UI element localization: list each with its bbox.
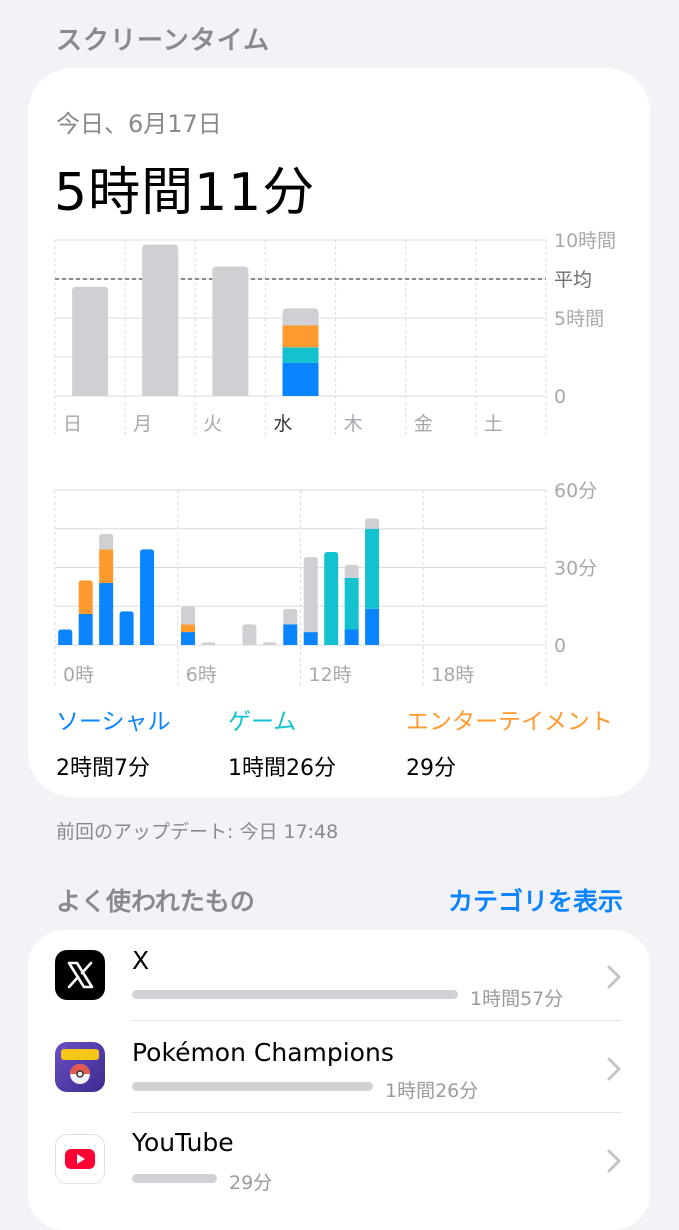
bar-segment	[262, 642, 277, 645]
bar-segment	[242, 624, 257, 645]
bar-segment	[78, 614, 93, 645]
bar-segment	[283, 624, 298, 645]
bar-segment	[365, 528, 380, 609]
bar-segment	[282, 325, 319, 348]
app-name: Pokémon Champions	[132, 1038, 394, 1067]
bar-segment	[344, 564, 359, 578]
x-tick-label: 0時	[63, 664, 94, 686]
x-tick-label: 6時	[186, 664, 217, 686]
bar-segment	[212, 266, 249, 396]
legend-games-label: ゲーム	[228, 709, 297, 735]
legend-social-value: 2時間7分	[56, 756, 150, 781]
day-label: 月	[133, 413, 152, 435]
chevron-right-icon	[607, 965, 621, 989]
screen-time-card[interactable]: 今日、6月17日 5時間11分 10時間 5時間 0 平均日 月 火 水 木 金 土 60分 30分…	[28, 68, 650, 797]
app-usage-time: 29分	[229, 1172, 273, 1194]
day-label: 木	[344, 413, 363, 435]
section-title: スクリーンタイム	[56, 26, 271, 56]
total-time: 5時間11分	[54, 163, 316, 223]
app-name: X	[132, 946, 150, 975]
bar-segment	[180, 606, 195, 625]
bar-segment	[180, 624, 195, 633]
day-label: 日	[63, 413, 82, 435]
bar-segment	[140, 549, 155, 645]
bar-segment	[365, 518, 380, 529]
app-name: YouTube	[132, 1128, 234, 1157]
bar-segment	[282, 308, 319, 326]
bar-segment	[58, 629, 73, 645]
bar-segment	[142, 244, 179, 396]
youtube-app-icon	[55, 1134, 105, 1184]
y-tick-label: 30分	[554, 558, 597, 580]
pokemon-app-icon	[55, 1042, 105, 1092]
bar-segment	[99, 549, 114, 583]
day-label: 火	[203, 413, 222, 435]
bar-segment	[72, 286, 109, 396]
bar-segment	[283, 608, 298, 625]
separator	[132, 1020, 622, 1021]
app-row-youtube[interactable]: YouTube 29分	[28, 1114, 650, 1206]
x-app-icon	[55, 950, 105, 1000]
app-row-x[interactable]: X 1時間57分	[28, 930, 650, 1022]
bar-segment	[180, 632, 195, 645]
bar-segment	[119, 611, 134, 645]
hourly-chart: 60分 30分 0 0時 6時 12時 18時	[54, 480, 597, 688]
most-used-title: よく使われたもの	[56, 887, 255, 916]
weekly-chart: 10時間 5時間 0 平均日 月 火 水 木 金 土	[54, 230, 616, 438]
bar-segment	[365, 608, 380, 645]
bar-segment	[303, 557, 318, 633]
legend-entertainment: エンターテイメント 29分	[406, 702, 613, 782]
app-row-pokemon-champions[interactable]: Pokémon Champions 1時間26分	[28, 1022, 650, 1114]
legend-games-value: 1時間26分	[228, 756, 336, 781]
y-tick-label: 0	[554, 635, 566, 657]
y-tick-label: 10時間	[554, 230, 616, 252]
bar-segment	[201, 642, 216, 645]
y-tick-label: 5時間	[554, 308, 604, 330]
app-usage-bar	[132, 1082, 373, 1091]
legend-entertainment-label: エンターテイメント	[406, 709, 613, 735]
y-tick-label: 0	[554, 386, 566, 408]
legend-games: ゲーム 1時間26分	[228, 702, 336, 782]
chevron-right-icon	[607, 1057, 621, 1081]
app-usage-bar	[132, 1174, 217, 1183]
apps-list: X 1時間57分 Pokémon Champions 1時間26分 YouTub…	[28, 930, 650, 1230]
x-tick-label: 18時	[431, 664, 474, 686]
bar-segment	[344, 629, 359, 645]
legend-social-label: ソーシャル	[56, 709, 171, 735]
bar-segment	[99, 583, 114, 645]
day-label: 水	[273, 413, 292, 435]
app-usage-bar	[132, 990, 458, 999]
last-updated: 前回のアップデート: 今日 17:48	[56, 821, 339, 843]
bar-segment	[78, 580, 93, 614]
x-tick-label: 12時	[309, 664, 352, 686]
y-tick-label: 60分	[554, 480, 597, 502]
bar-segment	[303, 632, 318, 645]
day-label: 土	[484, 413, 503, 435]
bar-segment	[99, 533, 114, 550]
show-categories-button[interactable]: カテゴリを表示	[448, 882, 623, 918]
chevron-right-icon	[607, 1149, 621, 1173]
date-label: 今日、6月17日	[56, 110, 222, 138]
bar-segment	[344, 577, 359, 630]
separator	[132, 1112, 622, 1113]
bar-segment	[324, 552, 339, 645]
legend-entertainment-value: 29分	[406, 756, 456, 781]
bar-segment	[282, 347, 319, 363]
bar-segment	[282, 362, 319, 396]
average-label: 平均	[554, 269, 592, 291]
app-usage-time: 1時間57分	[470, 988, 564, 1010]
app-usage-time: 1時間26分	[385, 1080, 479, 1102]
legend-social: ソーシャル 2時間7分	[56, 702, 171, 782]
day-label: 金	[414, 413, 433, 435]
